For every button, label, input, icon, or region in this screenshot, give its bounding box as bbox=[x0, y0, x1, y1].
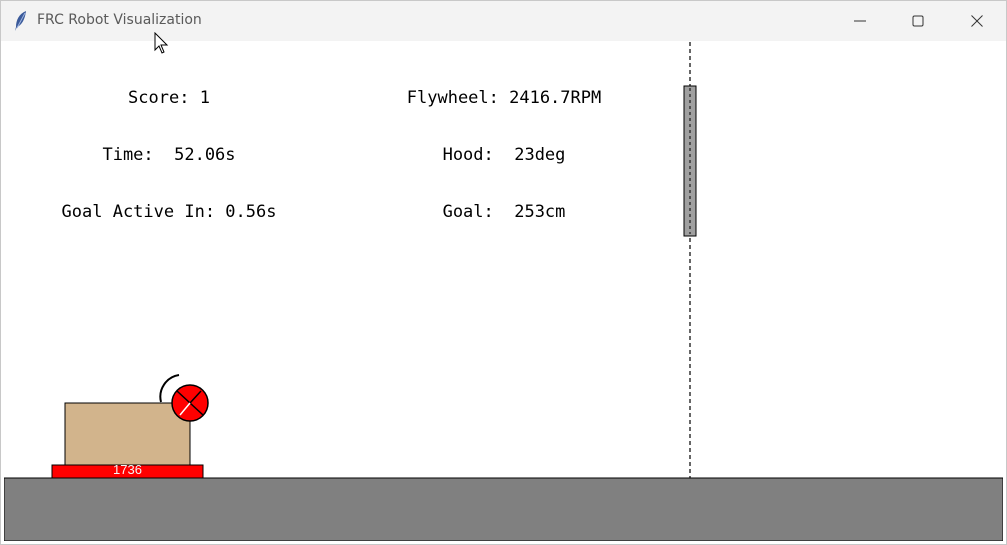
robot-body bbox=[64, 402, 191, 467]
hood-text: Hood: 23deg bbox=[442, 145, 566, 165]
goal-active-text: Goal Active In: 0.56s bbox=[61, 202, 277, 222]
title-bar[interactable]: FRC Robot Visualization bbox=[1, 1, 1006, 41]
team-number-label: 1736 bbox=[113, 462, 142, 477]
minimize-icon bbox=[854, 20, 866, 22]
time-text: Time: 52.06s bbox=[102, 145, 236, 165]
hud-left-panel: Score: 1 Time: 52.06s Goal Active In: 0.… bbox=[40, 51, 298, 260]
goal-distance-text: Goal: 253cm bbox=[442, 202, 566, 222]
ground bbox=[4, 477, 1003, 541]
mouse-cursor-icon bbox=[154, 32, 169, 54]
app-window: FRC Robot Visualization Score: 1 Time: 5… bbox=[0, 0, 1007, 545]
window-title: FRC Robot Visualization bbox=[37, 12, 202, 28]
hud-right-panel: Flywheel: 2416.7RPM Hood: 23deg Goal: 25… bbox=[384, 51, 624, 260]
flywheel-text: Flywheel: 2416.7RPM bbox=[406, 88, 602, 108]
feather-icon bbox=[15, 11, 26, 31]
simulation-canvas[interactable]: Score: 1 Time: 52.06s Goal Active In: 0.… bbox=[4, 42, 1003, 541]
score-text: Score: 1 bbox=[128, 88, 210, 108]
close-icon bbox=[971, 15, 983, 27]
maximize-icon bbox=[912, 15, 924, 27]
maximize-button[interactable] bbox=[889, 1, 947, 41]
close-button[interactable] bbox=[948, 1, 1006, 41]
minimize-button[interactable] bbox=[831, 1, 889, 41]
